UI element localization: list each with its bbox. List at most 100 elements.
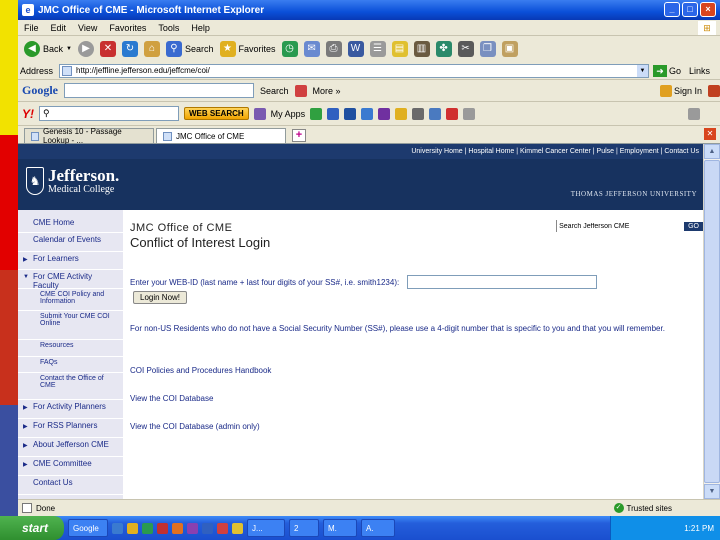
cut-button[interactable]: ✂ [457, 41, 474, 57]
mail-icon[interactable] [361, 107, 374, 120]
refresh-button[interactable]: ↻ [121, 41, 138, 57]
taskbar-google[interactable]: Google [68, 519, 108, 537]
messenger-button[interactable]: ✤ [435, 41, 452, 57]
quicklaunch-app-icon[interactable] [157, 522, 168, 534]
google-signin-button[interactable]: Sign In [659, 84, 702, 97]
copy-button[interactable]: ❐ [479, 41, 496, 57]
start-button[interactable]: start [0, 516, 64, 540]
close-tab-button[interactable]: ✕ [704, 128, 716, 140]
games-icon[interactable] [446, 107, 459, 120]
forward-button[interactable]: ▶ [77, 41, 94, 57]
chevron-right-icon[interactable] [688, 107, 700, 120]
new-tab-button[interactable]: + [292, 129, 306, 142]
go-button[interactable]: ➜ Go [653, 64, 681, 77]
menu-favorites[interactable]: Favorites [109, 23, 146, 33]
google-search-button[interactable]: Search [260, 86, 289, 96]
quicklaunch-folder-icon[interactable] [127, 522, 138, 534]
quicklaunch-app-icon[interactable] [202, 522, 213, 534]
taskbar-ie-group[interactable]: 2 [289, 519, 319, 537]
nav-contact-us[interactable]: Contact Us [18, 476, 123, 495]
menu-edit[interactable]: Edit [51, 23, 67, 33]
site-search-input[interactable] [556, 220, 681, 232]
nav-calendar[interactable]: Calendar of Events [18, 233, 123, 252]
quicklaunch-app-icon[interactable] [217, 522, 228, 534]
nav-committee[interactable]: ▶ CME Committee [18, 457, 123, 476]
nav-cme-home[interactable]: CME Home [18, 216, 123, 233]
menu-view[interactable]: View [78, 23, 97, 33]
url-input[interactable]: http://jeffline.jefferson.edu/jeffcme/co… [59, 63, 650, 78]
web-id-input[interactable] [407, 275, 598, 289]
scroll-thumb[interactable] [704, 160, 720, 483]
security-zone[interactable]: ✓ Trusted sites [613, 503, 672, 513]
vertical-scrollbar[interactable]: ▲ ▼ [703, 144, 720, 499]
url-dropdown-icon[interactable]: ▼ [637, 64, 649, 77]
site-top-links[interactable]: University Home | Hospital Home | Kimmel… [18, 144, 703, 159]
google-bookmark-icon[interactable] [294, 84, 307, 97]
edit-button[interactable]: W [347, 41, 364, 57]
nav-for-learners[interactable]: ▶ For Learners [18, 252, 123, 270]
nav-submit-coi[interactable]: Submit Your CME COI Online [18, 311, 123, 340]
stop-button[interactable]: ✕ [99, 41, 116, 57]
quicklaunch-app-icon[interactable] [172, 522, 183, 534]
settings-wrench-icon[interactable] [708, 84, 720, 97]
search-button[interactable]: ⚲ Search [165, 41, 214, 57]
coi-database-link[interactable]: View the COI Database [130, 392, 700, 406]
minimize-button[interactable]: _ [664, 2, 680, 17]
jefferson-logo[interactable]: ♞ Jefferson. Medical College [26, 167, 119, 195]
menu-tools[interactable]: Tools [158, 23, 179, 33]
coi-database-admin-link[interactable]: View the COI Database (admin only) [130, 420, 700, 434]
yahoo-logo[interactable]: Y! [22, 107, 34, 121]
maximize-button[interactable]: □ [682, 2, 698, 17]
web-search-button[interactable]: WEB SEARCH [184, 107, 249, 120]
news-icon[interactable] [327, 107, 340, 120]
menu-file[interactable]: File [24, 23, 39, 33]
links-button[interactable]: Links [689, 66, 710, 76]
favorites-button[interactable]: ★ Favorites [219, 41, 276, 57]
shield-icon[interactable] [310, 107, 323, 120]
gear-icon[interactable] [412, 107, 425, 120]
quicklaunch-app-icon[interactable] [142, 522, 153, 534]
scroll-up-icon[interactable]: ▲ [704, 144, 720, 159]
taskbar-window-m[interactable]: M. [323, 519, 357, 537]
research-button[interactable]: ▥ [413, 41, 430, 57]
history-button[interactable]: ◷ [281, 41, 298, 57]
nav-activity-planners[interactable]: ▶ For Activity Planners [18, 400, 123, 419]
nav-faqs[interactable]: FAQs [18, 357, 123, 373]
folder-icon[interactable]: ▤ [391, 41, 408, 57]
taskbar-window-a[interactable]: A. [361, 519, 395, 537]
smiley-icon[interactable] [395, 107, 408, 120]
coi-handbook-link[interactable]: COI Policies and Procedures Handbook [130, 364, 700, 378]
home-button[interactable]: ⌂ [143, 41, 160, 57]
quicklaunch-app-icon[interactable] [187, 522, 198, 534]
messenger-icon[interactable] [344, 107, 357, 120]
scroll-down-icon[interactable]: ▼ [704, 484, 720, 499]
nav-about[interactable]: ▶ About Jefferson CME [18, 438, 123, 457]
nav-rss-planners[interactable]: ▶ For RSS Planners [18, 419, 123, 438]
back-button[interactable]: ◀ Back ▼ [24, 41, 72, 57]
print-button[interactable]: ⎙ [325, 41, 342, 57]
clock[interactable]: 1:21 PM [684, 524, 714, 533]
tab-genesis[interactable]: Genesis 10 - Passage Lookup - ... [24, 127, 154, 145]
close-button[interactable]: × [700, 2, 716, 17]
nav-resources[interactable]: Resources [18, 340, 123, 357]
discuss-button[interactable]: ☰ [369, 41, 386, 57]
pencil-icon[interactable] [463, 107, 476, 120]
site-search-go-button[interactable]: GO [684, 221, 703, 231]
mail-button[interactable]: ✉ [303, 41, 320, 57]
menu-help[interactable]: Help [191, 23, 210, 33]
nav-contact-office[interactable]: Contact the Office of CME [18, 373, 123, 400]
mail-plus-icon[interactable] [378, 107, 391, 120]
paste-button[interactable]: ▣ [501, 41, 518, 57]
quicklaunch-app-icon[interactable] [232, 522, 243, 534]
taskbar-window-1[interactable]: J... [247, 519, 285, 537]
google-more-button[interactable]: More » [313, 86, 341, 96]
my-apps-button[interactable]: My Apps [271, 109, 306, 119]
tab-jmc-cme[interactable]: JMC Office of CME [156, 128, 286, 143]
nav-for-faculty[interactable]: ▼ For CME Activity Faculty [18, 270, 123, 290]
quicklaunch-ie-icon[interactable] [112, 522, 123, 534]
login-button[interactable]: Login Now! [133, 291, 188, 304]
google-search-input[interactable] [64, 83, 254, 98]
shopping-icon[interactable] [429, 107, 442, 120]
yahoo-search-input[interactable]: ⚲ [39, 106, 179, 121]
nav-coi-policy[interactable]: CME COI Policy and Information [18, 289, 123, 311]
